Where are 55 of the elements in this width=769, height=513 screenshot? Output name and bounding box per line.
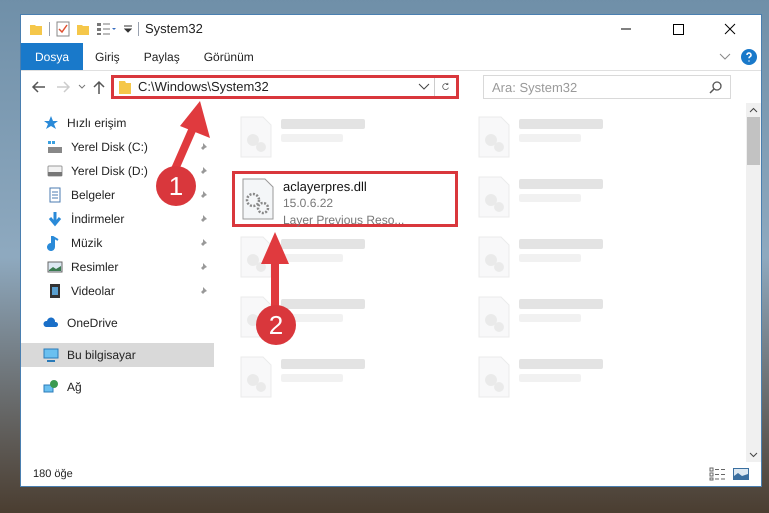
scroll-down-icon[interactable]	[749, 452, 758, 458]
item-count: 180 öğe	[33, 466, 73, 482]
expand-ribbon-icon[interactable]	[719, 52, 731, 60]
nav-item[interactable]: Resimler	[71, 258, 118, 276]
file-item[interactable]: aclayerpres.dll 15.0.6.22 Layer Previous Reso...	[232, 171, 458, 227]
network-icon	[43, 379, 59, 395]
nav-item[interactable]: OneDrive	[67, 314, 118, 332]
file-name: aclayerpres.dll	[283, 178, 368, 195]
address-bar[interactable]: C:\Windows\System32	[111, 75, 459, 99]
drive-icon	[47, 139, 63, 155]
customize-toolbar-icon[interactable]	[124, 25, 132, 33]
nav-item[interactable]: İndirmeler	[71, 210, 124, 228]
drive-icon	[47, 163, 63, 179]
monitor-icon	[43, 347, 59, 363]
window-title: System32	[145, 20, 203, 38]
search-field[interactable]: Ara: System32	[483, 75, 731, 99]
ribbon-tab[interactable]: Giriş	[83, 43, 132, 70]
ribbon-tab[interactable]: Paylaş	[132, 43, 192, 70]
folder-icon	[118, 79, 132, 95]
properties-icon[interactable]	[56, 21, 70, 37]
film-icon	[47, 283, 63, 299]
number-badge	[156, 166, 196, 206]
file-detail: 15.0.6.22	[283, 195, 334, 212]
nav-item[interactable]: Müzik	[71, 234, 102, 252]
file-detail: Layer Previous Reso...	[283, 212, 404, 229]
picture-icon	[47, 259, 63, 275]
nav-item[interactable]: Belgeler	[71, 186, 116, 204]
nav-item[interactable]: Yerel Disk (D:)	[71, 162, 148, 180]
up-arrow-icon[interactable]	[91, 79, 107, 95]
nav-item[interactable]: Ağ	[67, 378, 82, 396]
down-arrow-icon	[47, 211, 63, 227]
scrollbar-thumb[interactable]	[747, 117, 760, 165]
ribbon-tab[interactable]: Görünüm	[192, 43, 266, 70]
document-icon	[47, 187, 63, 203]
help-icon[interactable]	[741, 48, 757, 64]
large-icons-view-icon[interactable]	[733, 468, 749, 480]
view-options-icon[interactable]	[96, 22, 118, 36]
nav-item[interactable]: Hızlı erişim	[67, 114, 126, 132]
scroll-up-icon[interactable]	[749, 107, 758, 113]
star-icon	[43, 115, 59, 131]
nav-item[interactable]: Yerel Disk (C:)	[71, 138, 148, 156]
step-number: 1	[168, 171, 184, 201]
recent-locations-icon[interactable]	[77, 83, 87, 91]
details-view-icon[interactable]	[709, 467, 727, 481]
number-badge	[256, 305, 296, 345]
ribbon-tab[interactable]: Dosya	[21, 43, 84, 70]
gear-file-icon	[241, 178, 275, 220]
scrollbar[interactable]	[746, 103, 761, 462]
nav-selection-highlight[interactable]: Bu bilgisayar	[21, 343, 214, 367]
nav-item[interactable]: Videolar	[71, 282, 115, 300]
address-path: C:\Windows\System32	[138, 78, 270, 96]
step-number: 2	[268, 310, 284, 340]
dropdown-caret-icon[interactable]	[418, 83, 430, 91]
nav-item[interactable]: Bu bilgisayar	[67, 346, 136, 364]
search-icon	[709, 80, 723, 94]
